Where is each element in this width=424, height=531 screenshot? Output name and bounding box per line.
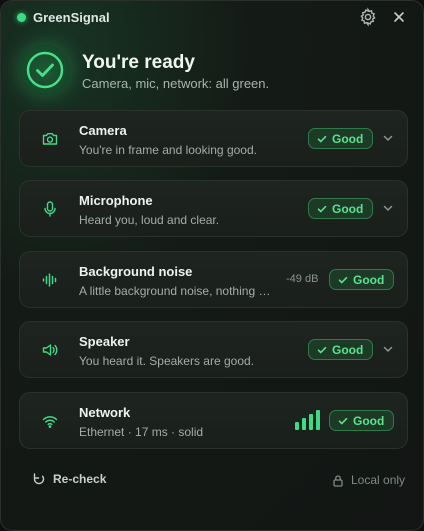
check-description: Ethernet · 17 ms · solid	[79, 425, 204, 439]
wifi-icon	[41, 412, 59, 430]
hero-title: You're ready	[82, 52, 195, 73]
status-badge-label: Good	[353, 413, 385, 428]
check-description: You heard it. Speakers are good.	[79, 354, 255, 368]
chevron-down-icon[interactable]	[381, 201, 395, 215]
title-bar: GreenSignal	[1, 1, 423, 35]
gear-icon[interactable]	[358, 7, 378, 27]
status-badge: Good	[308, 339, 374, 360]
microphone-icon	[41, 200, 59, 218]
check-card-background-noise[interactable]: Background noise A little background noi…	[19, 251, 408, 308]
privacy-label: Local only	[351, 473, 406, 487]
status-badge: Good	[329, 410, 395, 431]
status-badge: Good	[308, 128, 374, 149]
waveform-icon	[41, 271, 59, 289]
speaker-icon	[41, 341, 59, 359]
status-dot	[17, 13, 26, 22]
lock-icon	[333, 474, 343, 487]
check-name: Background noise	[79, 264, 193, 279]
check-icon	[317, 346, 327, 353]
check-description: Heard you, loud and clear.	[79, 213, 220, 227]
check-card-network[interactable]: Network Ethernet · 17 ms · solid Good	[19, 392, 408, 449]
check-card-speaker[interactable]: Speaker You heard it. Speakers are good.…	[19, 321, 408, 378]
close-icon[interactable]	[389, 7, 409, 27]
signal-strength-bars	[295, 410, 321, 430]
check-description: You're in frame and looking good.	[79, 143, 257, 157]
check-card-microphone[interactable]: Microphone Heard you, loud and clear. Go…	[19, 180, 408, 237]
recheck-button[interactable]: Re-check	[32, 472, 106, 486]
check-card-camera[interactable]: Camera You're in frame and looking good.…	[19, 110, 408, 167]
status-badge-label: Good	[332, 131, 364, 146]
check-name: Network	[79, 405, 131, 420]
check-description: A little background noise, nothing to wo…	[79, 284, 271, 298]
recheck-label: Re-check	[53, 472, 107, 486]
status-badge-label: Good	[332, 201, 364, 216]
check-icon	[317, 205, 327, 212]
check-name: Camera	[79, 123, 127, 138]
hero-subtitle: Camera, mic, network: all green.	[82, 76, 270, 91]
status-badge: Good	[308, 198, 374, 219]
privacy-indicator: Local only	[332, 473, 405, 487]
refresh-icon	[33, 473, 45, 485]
app-window: GreenSignal You're ready Camera, mic, ne…	[0, 0, 424, 531]
camera-icon	[41, 130, 59, 148]
app-title: GreenSignal	[33, 10, 110, 25]
ready-check-icon	[20, 45, 70, 95]
status-badge-label: Good	[353, 272, 385, 287]
check-icon	[338, 276, 348, 283]
check-name: Speaker	[79, 334, 130, 349]
check-name: Microphone	[79, 193, 153, 208]
status-badge: Good	[329, 269, 395, 290]
check-icon	[338, 417, 348, 424]
chevron-down-icon[interactable]	[381, 131, 395, 145]
chevron-down-icon[interactable]	[381, 342, 395, 356]
check-icon	[317, 135, 327, 142]
noise-level: -49 dB	[286, 273, 319, 285]
status-badge-label: Good	[332, 342, 364, 357]
